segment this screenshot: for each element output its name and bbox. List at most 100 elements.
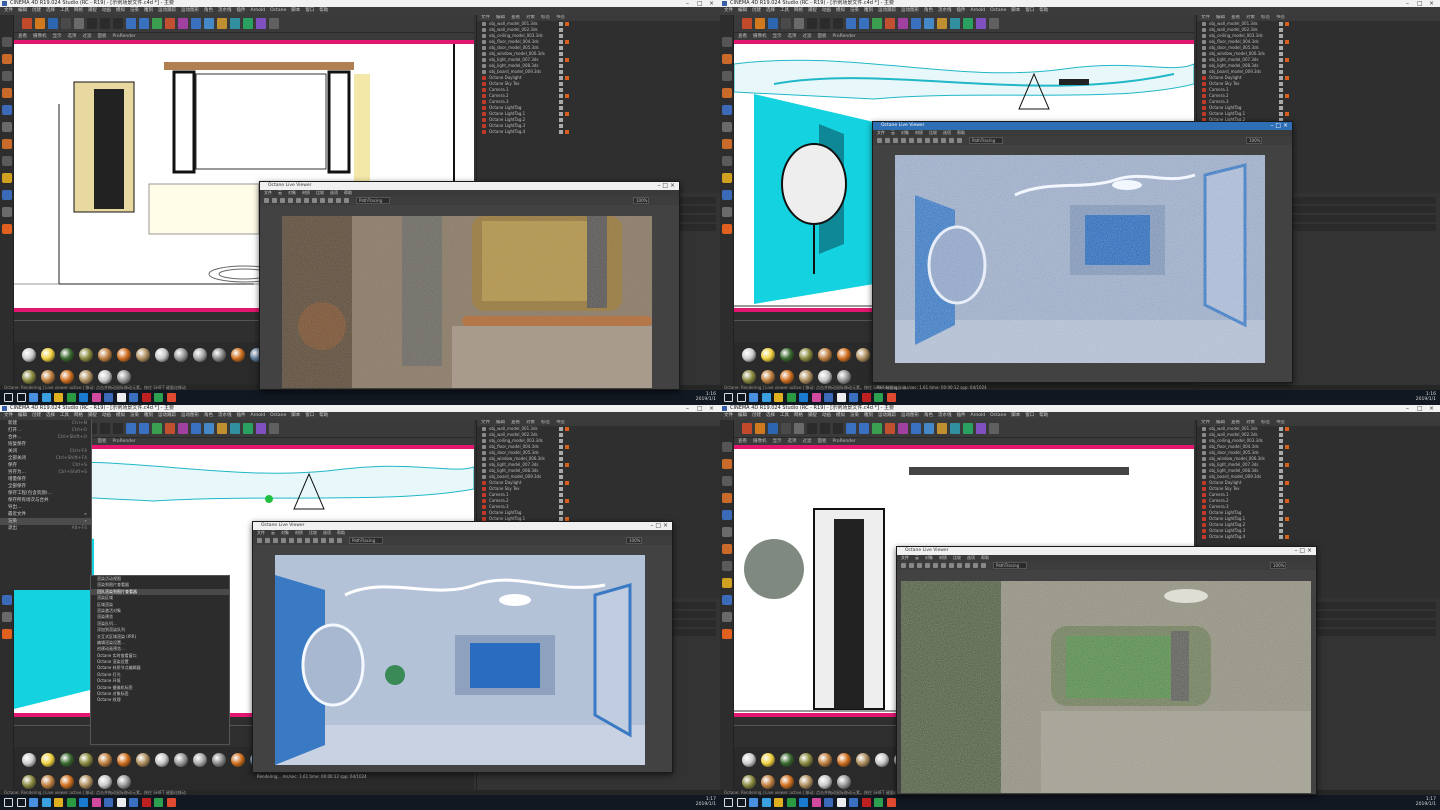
menu-item[interactable]: 运动图形: [181, 7, 199, 15]
edge-mode-icon[interactable]: [2, 105, 12, 115]
visibility-tag-icon[interactable]: [1279, 40, 1283, 44]
visibility-tag-icon[interactable]: [559, 457, 563, 461]
file-dropdown-menu[interactable]: 新建 Ctrl+N 打开… Ctrl+O 合并… Ctrl+Shift+O 恢复保存 关闭 Ct…: [0, 420, 92, 590]
material-swatch[interactable]: [799, 348, 813, 362]
visibility-tag-icon[interactable]: [1279, 439, 1283, 443]
camera-icon[interactable]: [976, 18, 986, 29]
material-tag-icon[interactable]: [1285, 517, 1289, 521]
render-menu-item[interactable]: 对象: [901, 130, 909, 135]
visibility-tag-icon[interactable]: [1279, 517, 1283, 521]
visibility-tag-icon[interactable]: [559, 451, 563, 455]
octane-render-window[interactable]: Octane Live Viewer – □ × 文件 云 对象 材质 比较 选项 帮助 Pa…: [252, 521, 673, 779]
viewport-menu-item[interactable]: 摄像机: [753, 34, 767, 39]
axis-mode-icon[interactable]: [722, 544, 732, 554]
pause-icon[interactable]: [273, 538, 278, 543]
octane-render-window[interactable]: Octane Live Viewer – □ × 文件 云 对象 材质 比较 选项 帮助 Pa…: [872, 121, 1293, 390]
object-menu-item[interactable]: 对象: [526, 420, 535, 425]
object-menu-item[interactable]: 文件: [1201, 15, 1210, 20]
polygon-mode-icon[interactable]: [722, 122, 732, 132]
wechat-icon[interactable]: [154, 393, 163, 402]
menu-item[interactable]: Arnold: [971, 7, 986, 15]
material-swatch[interactable]: [155, 348, 169, 362]
menu-item[interactable]: 脚本: [291, 7, 300, 15]
menu-item[interactable]: 流水线: [938, 412, 952, 420]
visibility-tag-icon[interactable]: [1279, 523, 1283, 527]
visibility-tag-icon[interactable]: [559, 481, 563, 485]
render-menu-item[interactable]: 选项: [967, 555, 975, 560]
focus-icon[interactable]: [933, 138, 938, 143]
material-swatch[interactable]: [780, 753, 794, 767]
photos-icon[interactable]: [836, 393, 846, 402]
menu-item[interactable]: 文件: [724, 7, 733, 15]
point-mode-icon[interactable]: [2, 88, 12, 98]
visibility-tag-icon[interactable]: [559, 439, 563, 443]
menu-item[interactable]: 捕捉: [88, 7, 97, 15]
visibility-tag-icon[interactable]: [1279, 475, 1283, 479]
move-tool-icon[interactable]: [742, 18, 752, 29]
file-menu-item[interactable]: 退出 Alt+F4: [0, 525, 91, 532]
settings-icon[interactable]: [957, 138, 962, 143]
menu-item[interactable]: Arnold: [251, 412, 266, 420]
material-tag-icon[interactable]: [565, 76, 569, 80]
object-menu-item[interactable]: 文件: [1201, 420, 1210, 425]
render-menu-item[interactable]: 比较: [316, 190, 324, 195]
world-coord-icon[interactable]: [846, 18, 856, 29]
menu-item[interactable]: 动画: [822, 7, 831, 15]
object-row[interactable]: Octane LightTag.4: [477, 129, 720, 135]
netease-icon[interactable]: [861, 798, 871, 807]
material-swatch[interactable]: [818, 775, 832, 789]
object-menu-item[interactable]: 书签: [556, 420, 565, 425]
render-menu-item[interactable]: 帮助: [957, 130, 965, 135]
material-tag-icon[interactable]: [1285, 481, 1289, 485]
visibility-tag-icon[interactable]: [1279, 94, 1283, 98]
material-tag-icon[interactable]: [1285, 463, 1289, 467]
photoshop-icon[interactable]: [91, 393, 101, 402]
3dsmax-icon[interactable]: [824, 393, 833, 402]
menu-item[interactable]: 网格: [74, 412, 83, 420]
file-menu-item[interactable]: 保存工程(包含资源)…: [0, 490, 91, 497]
material-tag-icon[interactable]: [565, 463, 569, 467]
render-menu-item[interactable]: 帮助: [981, 555, 989, 560]
render-menu-item[interactable]: 材质: [302, 190, 310, 195]
cinema4d-icon[interactable]: [166, 798, 176, 807]
texture-mode-icon[interactable]: [2, 54, 12, 64]
store-icon[interactable]: [66, 393, 76, 402]
refresh-icon[interactable]: [901, 563, 906, 568]
menu-item[interactable]: 动画: [822, 412, 831, 420]
material-swatch[interactable]: [79, 348, 93, 362]
file-menu-item[interactable]: 导出…: [0, 504, 91, 511]
environment-icon[interactable]: [963, 18, 973, 29]
edge-icon[interactable]: [41, 393, 51, 402]
close-icon[interactable]: ×: [1429, 0, 1434, 7]
menu-item[interactable]: 脚本: [1011, 412, 1020, 420]
material-swatch[interactable]: [799, 775, 813, 789]
file-menu-item[interactable]: 全部关闭 Ctrl+Shift+F4: [0, 455, 91, 462]
menu-item[interactable]: 模拟: [116, 412, 125, 420]
render-menu-item[interactable]: 云: [278, 190, 282, 195]
visibility-tag-icon[interactable]: [1279, 88, 1283, 92]
visibility-tag-icon[interactable]: [1279, 481, 1283, 485]
settings-icon[interactable]: [344, 198, 349, 203]
maximize-icon[interactable]: □: [697, 0, 703, 7]
render-menu-item[interactable]: 帮助: [344, 190, 352, 195]
scale-tool-icon[interactable]: [35, 18, 45, 29]
material-swatch[interactable]: [780, 348, 794, 362]
light-icon[interactable]: [989, 423, 999, 434]
visibility-tag-icon[interactable]: [1279, 469, 1283, 473]
menu-item[interactable]: 编辑: [738, 412, 747, 420]
material-tag-icon[interactable]: [1285, 535, 1289, 539]
render-view-icon[interactable]: [859, 423, 869, 434]
menu-item[interactable]: 网格: [794, 7, 803, 15]
tweak-icon[interactable]: [722, 156, 732, 166]
camera-icon[interactable]: [289, 538, 294, 543]
pause-icon[interactable]: [280, 198, 285, 203]
stop-icon[interactable]: [909, 563, 914, 568]
refresh-icon[interactable]: [257, 538, 262, 543]
pen-icon[interactable]: [911, 18, 921, 29]
menu-item[interactable]: 创建: [32, 7, 41, 15]
material-tag-icon[interactable]: [565, 58, 569, 62]
y-axis-icon[interactable]: [820, 18, 830, 29]
visibility-tag-icon[interactable]: [559, 505, 563, 509]
viewport-menu-item[interactable]: ProRender: [113, 439, 136, 444]
cube-icon[interactable]: [178, 423, 188, 434]
